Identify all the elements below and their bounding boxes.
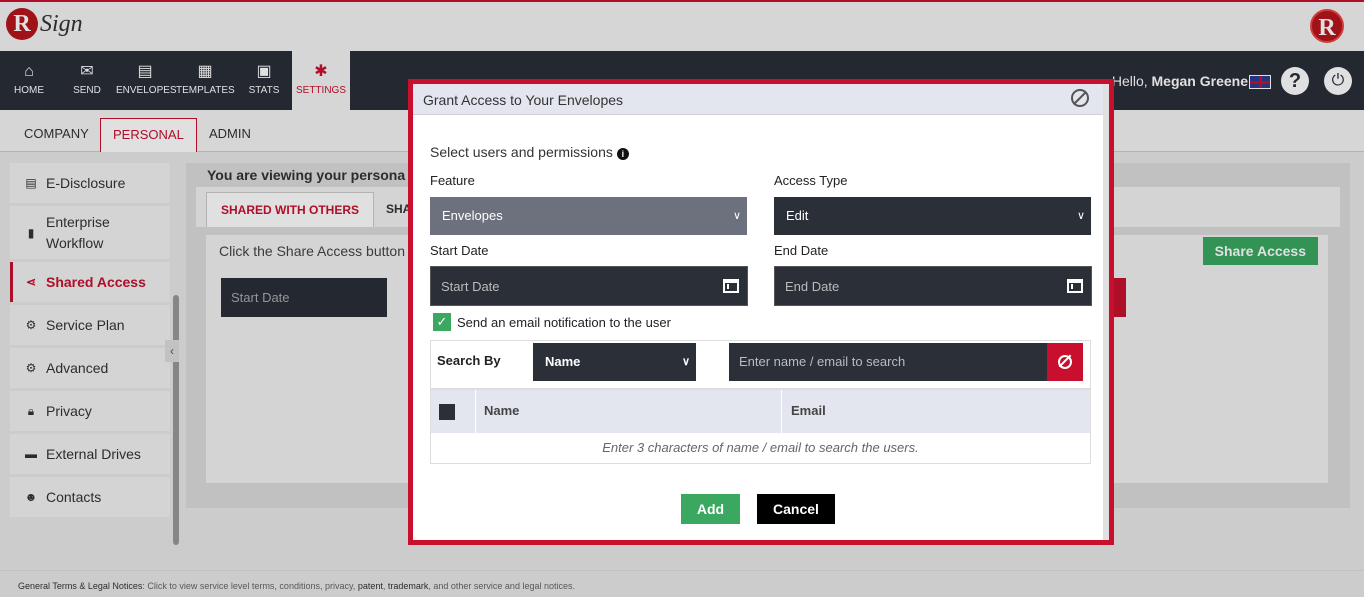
notify-row: ✓ Send an email notification to the user	[433, 313, 671, 331]
calendar-icon[interactable]	[1067, 279, 1083, 293]
modal-title: Grant Access to Your Envelopes	[423, 92, 624, 108]
column-name[interactable]: Name	[484, 403, 519, 418]
select-users-label: Select users and permissions i	[430, 144, 629, 160]
clear-search-button[interactable]	[1047, 343, 1083, 381]
search-by-value: Name	[545, 354, 581, 369]
end-date-placeholder: End Date	[785, 279, 840, 294]
cancel-button[interactable]: Cancel	[757, 494, 835, 524]
start-date-label: Start Date	[430, 243, 489, 258]
select-users-text: Select users and permissions	[430, 144, 613, 160]
search-input[interactable]: Enter name / email to search	[729, 343, 1047, 381]
feature-label: Feature	[430, 173, 475, 188]
notify-checkbox[interactable]: ✓	[433, 313, 451, 331]
start-date-placeholder: Start Date	[441, 279, 500, 294]
grant-access-modal: Grant Access to Your Envelopes Select us…	[408, 79, 1114, 545]
close-icon[interactable]	[1071, 89, 1089, 107]
info-icon[interactable]: i	[616, 148, 629, 160]
chevron-down-icon: ∨	[732, 210, 741, 222]
end-date-input[interactable]: End Date	[774, 266, 1092, 306]
end-date-label: End Date	[774, 243, 829, 258]
chevron-down-icon: ∨	[681, 356, 690, 368]
user-search-bar: Search By Name ∨ Enter name / email to s…	[430, 340, 1091, 389]
column-email[interactable]: Email	[791, 403, 826, 418]
modal-body: Grant Access to Your Envelopes Select us…	[413, 84, 1109, 540]
table-empty-message: Enter 3 characters of name / email to se…	[602, 440, 919, 455]
select-all-checkbox[interactable]	[439, 404, 455, 420]
access-type-value: Edit	[786, 208, 809, 223]
notify-label: Send an email notification to the user	[457, 314, 671, 330]
column-divider	[781, 390, 782, 433]
feature-value: Envelopes	[442, 208, 503, 223]
chevron-down-icon: ∨	[1076, 210, 1085, 222]
add-button[interactable]: Add	[681, 494, 740, 524]
column-divider	[475, 390, 476, 433]
calendar-icon[interactable]	[723, 279, 739, 293]
start-date-input[interactable]: Start Date	[430, 266, 748, 306]
search-by-select[interactable]: Name ∨	[533, 343, 696, 381]
table-header: Name Email	[431, 390, 1090, 433]
search-by-label: Search By	[437, 353, 501, 368]
feature-select[interactable]: Envelopes ∨	[430, 197, 747, 235]
access-type-label: Access Type	[774, 173, 848, 188]
modal-header: Grant Access to Your Envelopes	[413, 84, 1103, 115]
access-type-select[interactable]: Edit ∨	[774, 197, 1091, 235]
users-table: Name Email Enter 3 characters of name / …	[430, 389, 1091, 464]
